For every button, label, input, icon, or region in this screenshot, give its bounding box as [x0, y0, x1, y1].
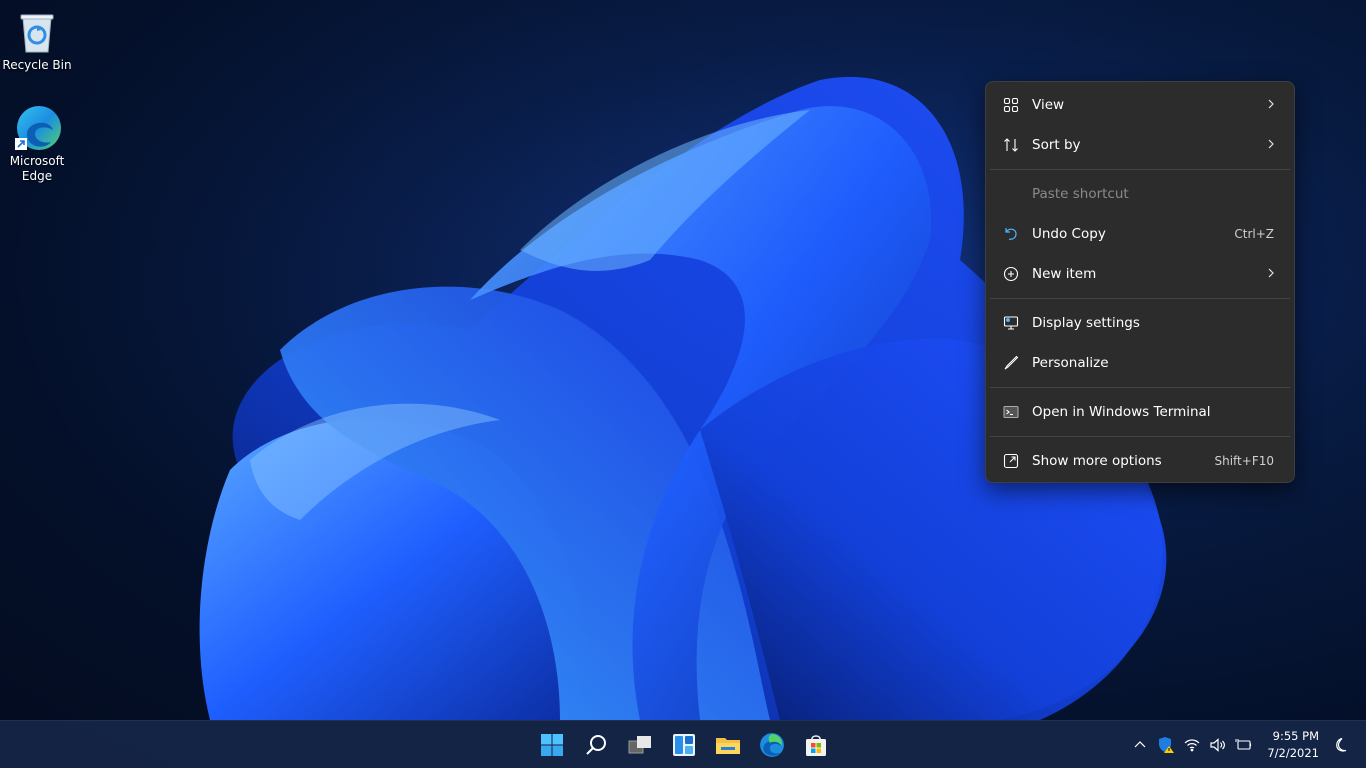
undo-icon	[1002, 225, 1020, 243]
wifi-icon[interactable]	[1180, 733, 1204, 757]
menu-item-label: Personalize	[1032, 355, 1109, 371]
chevron-right-icon	[1266, 266, 1276, 282]
menu-separator	[990, 298, 1290, 299]
desktop-icon-label: Microsoft Edge	[9, 154, 65, 183]
terminal-icon	[1002, 403, 1020, 421]
brush-icon	[1002, 354, 1020, 372]
widgets-button[interactable]	[662, 725, 706, 765]
security-warning-icon[interactable]	[1154, 733, 1178, 757]
menu-item-new-item[interactable]: New item	[990, 254, 1290, 294]
menu-item-label: Paste shortcut	[1032, 186, 1129, 202]
volume-icon[interactable]	[1206, 733, 1230, 757]
file-explorer-button[interactable]	[706, 725, 750, 765]
chevron-right-icon	[1266, 137, 1276, 153]
battery-plug-icon[interactable]	[1232, 733, 1256, 757]
menu-item-label: View	[1032, 97, 1065, 113]
recycle-bin-icon	[20, 14, 54, 53]
store-button[interactable]	[794, 725, 838, 765]
menu-item-view[interactable]: View	[990, 85, 1290, 125]
taskbar: 9:55 PM 7/2/2021	[0, 720, 1366, 768]
menu-item-label: Open in Windows Terminal	[1032, 404, 1211, 420]
task-view-icon	[628, 736, 651, 754]
desktop[interactable]: Recycle Bin Microsoft Edge View Sort by …	[0, 0, 1366, 768]
menu-item-label: Show more options	[1032, 453, 1162, 469]
menu-item-sort-by[interactable]: Sort by	[990, 125, 1290, 165]
menu-item-label: New item	[1032, 266, 1097, 282]
shortcut-text: Shift+F10	[1214, 454, 1274, 468]
menu-separator	[990, 387, 1290, 388]
menu-item-label: Sort by	[1032, 137, 1081, 153]
desktop-icon-edge[interactable]: Microsoft Edge	[0, 104, 74, 184]
system-tray: 9:55 PM 7/2/2021	[1127, 721, 1366, 768]
clock[interactable]: 9:55 PM 7/2/2021	[1267, 728, 1319, 762]
menu-item-open-terminal[interactable]: Open in Windows Terminal	[990, 392, 1290, 432]
shortcut-text: Ctrl+Z	[1234, 227, 1274, 241]
menu-item-undo-copy[interactable]: Undo Copy Ctrl+Z	[990, 214, 1290, 254]
widgets-icon	[673, 734, 695, 756]
add-circle-icon	[1002, 265, 1020, 283]
moon-icon[interactable]	[1328, 733, 1352, 757]
store-icon	[806, 735, 826, 756]
menu-item-label: Display settings	[1032, 315, 1140, 331]
desktop-context-menu: View Sort by Paste shortcut Undo Copy Ct…	[985, 81, 1295, 483]
chevron-right-icon	[1266, 97, 1276, 113]
menu-item-personalize[interactable]: Personalize	[990, 343, 1290, 383]
menu-separator	[990, 169, 1290, 170]
edge-icon	[15, 106, 61, 150]
menu-separator	[990, 436, 1290, 437]
menu-item-display-settings[interactable]: Display settings	[990, 303, 1290, 343]
search-icon	[586, 735, 606, 755]
menu-item-label: Undo Copy	[1032, 226, 1106, 242]
sort-icon	[1002, 136, 1020, 154]
display-icon	[1002, 314, 1020, 332]
start-button[interactable]	[530, 725, 574, 765]
view-grid-icon	[1002, 96, 1020, 114]
chevron-up-icon[interactable]	[1128, 733, 1152, 757]
desktop-icon-recycle-bin[interactable]: Recycle Bin	[0, 8, 74, 73]
edge-taskbar-button[interactable]	[750, 725, 794, 765]
desktop-icon-label: Recycle Bin	[2, 58, 72, 72]
taskbar-apps	[530, 721, 838, 768]
start-icon	[541, 734, 563, 756]
search-button[interactable]	[574, 725, 618, 765]
clock-date: 7/2/2021	[1267, 746, 1319, 760]
file-explorer-icon	[716, 738, 740, 754]
task-view-button[interactable]	[618, 725, 662, 765]
menu-item-paste-shortcut: Paste shortcut	[990, 174, 1290, 214]
edge-icon	[760, 733, 784, 757]
share-open-icon	[1002, 452, 1020, 470]
clock-time: 9:55 PM	[1272, 729, 1319, 743]
menu-item-show-more-options[interactable]: Show more options Shift+F10	[990, 441, 1290, 481]
